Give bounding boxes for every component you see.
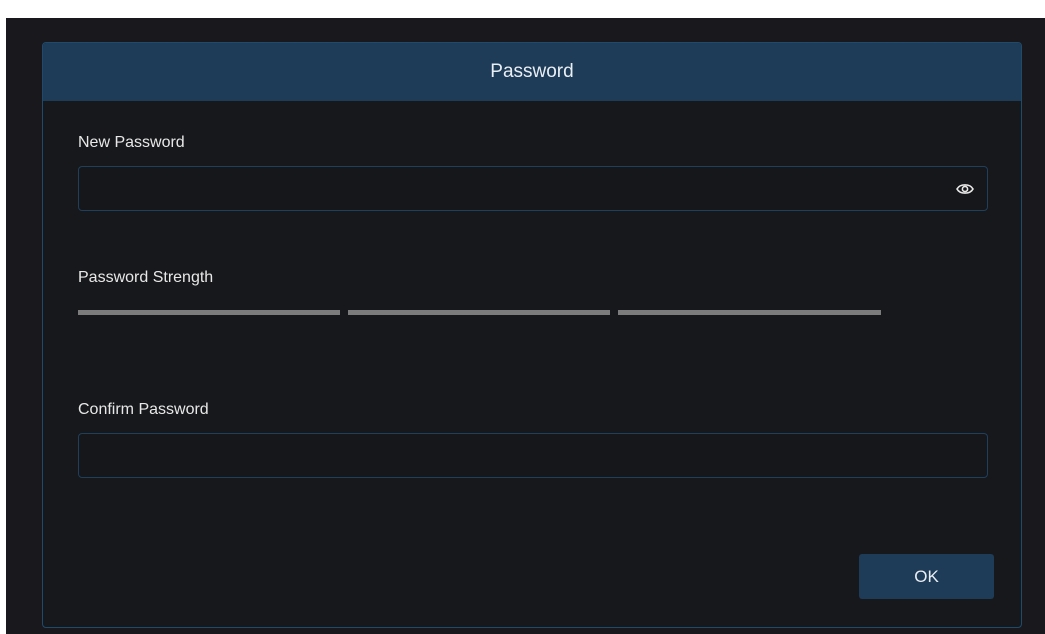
new-password-input[interactable] [79, 167, 987, 210]
dialog-title: Password [490, 61, 574, 82]
strength-segment-1 [78, 310, 340, 315]
strength-segment-3 [618, 310, 881, 315]
password-dialog: Password New Password Password Strength … [42, 42, 1022, 628]
new-password-field [78, 166, 988, 211]
confirm-password-label: Confirm Password [78, 401, 209, 418]
confirm-password-input[interactable] [79, 434, 987, 477]
eye-icon[interactable] [955, 180, 975, 198]
password-strength-label: Password Strength [78, 269, 214, 286]
strength-segment-2 [348, 310, 610, 315]
dialog-header: Password [43, 43, 1021, 101]
ok-button[interactable]: OK [859, 554, 994, 599]
confirm-password-field [78, 433, 988, 478]
new-password-label: New Password [78, 134, 185, 151]
